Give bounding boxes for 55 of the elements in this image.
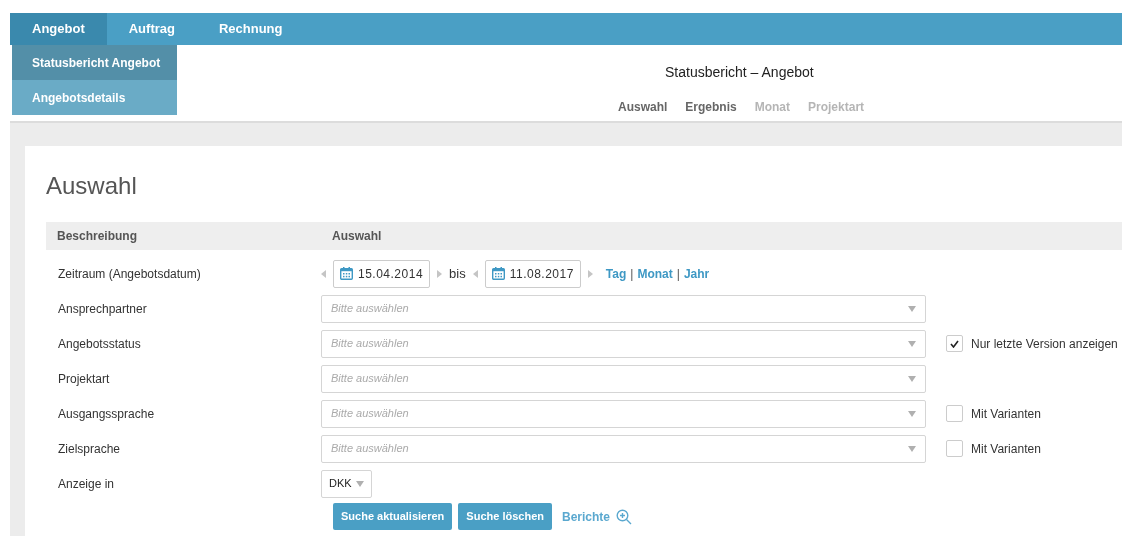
previous-arrow-icon[interactable] [472,269,478,278]
link-divider: | [676,265,680,283]
nav-tab[interactable]: Rechnung [196,13,305,45]
currency-select[interactable]: DKK [321,469,372,498]
nav-tab[interactable]: Angebot [10,13,107,45]
caret-icon [908,340,916,347]
row-label: Zeitraum (Angebotsdatum) [57,265,202,283]
caret-icon [355,480,364,487]
nav-tab[interactable]: Auftrag [106,13,197,45]
select-field[interactable]: Bitte auswählen [321,329,926,358]
caret-icon [908,410,916,417]
caret-icon [908,305,916,312]
submenu-item[interactable]: Angebotsdetails [12,80,177,115]
row-label: Angebotsstatus [57,335,142,353]
calendar-icon [491,267,505,280]
separator-text: bis [449,264,466,283]
next-arrow-icon[interactable] [587,269,593,278]
link-divider: | [630,265,634,283]
checkbox[interactable] [946,405,963,422]
sub-tab[interactable]: Ergebnis [685,98,737,116]
previous-arrow-icon[interactable] [321,269,326,278]
period-link[interactable]: Tag [605,264,627,283]
row-label: Zielsprache [57,440,122,458]
date-field[interactable]: 15.04.2014 [333,259,431,288]
date-field[interactable]: 11.08.2017 [484,259,581,288]
row-label: Anzeige in [57,475,116,493]
zoom-in-icon [616,508,632,525]
search-button[interactable]: Suche löschen [458,503,552,530]
reports-link[interactable]: Berichte [561,507,632,526]
checkbox[interactable] [946,440,963,457]
row-label: Projektart [57,370,111,388]
column-header: Auswahl [332,228,382,245]
next-arrow-icon[interactable] [437,269,443,278]
search-button[interactable]: Suche aktualisieren [333,503,453,530]
select-field[interactable]: Bitte auswählen [321,364,926,393]
column-header: Beschreibung [57,228,138,245]
checkbox-option[interactable]: Nur letzte Version anzeigen [946,334,1118,353]
select-field[interactable]: Bitte auswählen [321,294,926,323]
select-field[interactable]: Bitte auswählen [321,399,926,428]
checkbox-option[interactable]: Mit Varianten [946,439,1041,458]
checkbox-option[interactable]: Mit Varianten [946,404,1041,423]
caret-icon [908,375,916,382]
checkbox[interactable] [946,335,963,352]
period-link[interactable]: Monat [637,264,673,283]
calendar-icon [340,267,353,280]
page-title: Statusbericht – Angebot [665,63,814,82]
row-label: Ausgangssprache [57,405,156,423]
check-icon [950,339,959,348]
period-link[interactable]: Jahr [683,264,710,283]
submenu-item[interactable]: Statusbericht Angebot [12,45,177,80]
caret-icon [908,445,916,452]
sub-tab[interactable]: Auswahl [618,98,668,116]
row-label: Ansprechpartner [57,300,148,318]
section-heading: Auswahl [46,171,138,201]
select-field[interactable]: Bitte auswählen [321,434,926,463]
